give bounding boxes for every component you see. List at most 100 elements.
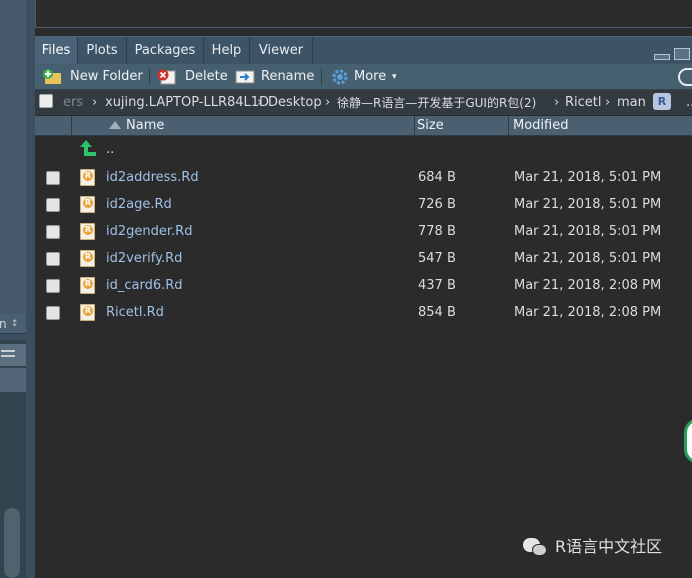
menu-lines-icon	[1, 350, 15, 352]
breadcrumb-separator: ›	[554, 95, 560, 110]
parent-directory-row[interactable]: ..	[35, 136, 692, 163]
gear-icon	[332, 69, 350, 85]
tab-help[interactable]: Help	[204, 37, 250, 65]
column-divider	[414, 116, 415, 136]
delete-label: Delete	[185, 69, 228, 84]
left-pane-select[interactable]: n ↕	[0, 314, 26, 334]
row-checkbox[interactable]	[46, 252, 60, 266]
breadcrumb-item-desktop[interactable]: Desktop	[268, 90, 322, 116]
table-row: id_card6.Rd 437 B Mar 21, 2018, 2:08 PM	[35, 272, 692, 299]
row-checkbox[interactable]	[46, 279, 60, 293]
file-modified: Mar 21, 2018, 5:01 PM	[514, 224, 662, 239]
file-name-link[interactable]: id2address.Rd	[106, 164, 199, 191]
pane-window-controls	[652, 45, 692, 65]
select-all-checkbox[interactable]	[39, 94, 53, 108]
pane-splitter[interactable]	[26, 0, 35, 578]
column-divider	[71, 116, 72, 136]
row-checkbox[interactable]	[46, 306, 60, 320]
toolbar-divider	[321, 69, 322, 85]
file-name-link[interactable]: id2verify.Rd	[106, 245, 182, 272]
file-modified: Mar 21, 2018, 2:08 PM	[514, 278, 662, 293]
file-size: 854 B	[418, 305, 456, 320]
file-size: 547 B	[418, 251, 456, 266]
left-pane-select-text: n	[0, 317, 7, 331]
row-checkbox[interactable]	[46, 225, 60, 239]
left-pane-upper	[0, 0, 26, 318]
rd-file-icon	[80, 304, 95, 321]
table-row: id2gender.Rd 778 B Mar 21, 2018, 5:01 PM	[35, 218, 692, 245]
file-modified: Mar 21, 2018, 5:01 PM	[514, 251, 662, 266]
tab-viewer[interactable]: Viewer	[250, 37, 313, 65]
breadcrumb-separator: ›	[605, 95, 611, 110]
breadcrumb-overflow-button[interactable]: ...	[686, 90, 692, 116]
file-name-link[interactable]: id_card6.Rd	[106, 272, 183, 299]
breadcrumb-item-man[interactable]: man	[617, 90, 646, 116]
new-folder-icon	[43, 69, 61, 85]
more-label: More	[354, 69, 387, 84]
more-menu-button[interactable]: More ▾	[332, 64, 404, 90]
breadcrumb-item-user[interactable]: xujing.LAPTOP-LLR84L1D	[105, 90, 269, 116]
breadcrumb-separator: ›	[257, 95, 263, 110]
row-checkbox[interactable]	[46, 171, 60, 185]
wechat-icon	[523, 538, 549, 558]
delete-button[interactable]: Delete	[157, 64, 228, 90]
rd-file-icon	[80, 250, 95, 267]
left-pane-toolbar[interactable]	[0, 344, 26, 366]
tab-packages[interactable]: Packages	[127, 37, 204, 65]
column-header-name[interactable]: Name	[126, 116, 164, 136]
table-row: id2verify.Rd 547 B Mar 21, 2018, 5:01 PM	[35, 245, 692, 272]
new-folder-button[interactable]: New Folder	[43, 64, 143, 90]
rename-button[interactable]: Rename	[235, 64, 315, 90]
r-project-icon[interactable]: R	[653, 93, 671, 110]
select-arrows-icon: ↕	[11, 319, 19, 329]
tab-plots[interactable]: Plots	[78, 37, 127, 65]
table-row: id2age.Rd 726 B Mar 21, 2018, 5:01 PM	[35, 191, 692, 218]
left-pane-brush-button[interactable]	[0, 368, 26, 392]
breadcrumb-item-project[interactable]: 徐静—R语言—开发基于GUI的R包(2)	[337, 90, 536, 116]
rd-file-icon	[80, 223, 95, 240]
sort-ascending-icon	[109, 121, 121, 129]
breadcrumb-item-users[interactable]: ers	[63, 90, 83, 116]
watermark-text: R语言中文社区	[555, 537, 663, 556]
file-list: .. id2address.Rd 684 B Mar 21, 2018, 5:0…	[35, 136, 692, 578]
rd-file-icon	[80, 277, 95, 294]
rd-file-icon	[80, 196, 95, 213]
column-header-modified[interactable]: Modified	[513, 116, 568, 136]
file-list-header: Name Size Modified	[35, 116, 692, 136]
column-header-size[interactable]: Size	[417, 116, 444, 136]
rd-file-icon	[80, 169, 95, 186]
up-arrow-icon	[80, 140, 96, 157]
file-name-link[interactable]: id2gender.Rd	[106, 218, 192, 245]
file-name-link[interactable]: Ricetl.Rd	[106, 299, 164, 326]
breadcrumb-separator: ›	[92, 95, 98, 110]
column-divider	[508, 116, 509, 136]
chevron-down-icon: ▾	[392, 72, 397, 82]
table-row: Ricetl.Rd 854 B Mar 21, 2018, 2:08 PM	[35, 299, 692, 326]
minimize-pane-icon[interactable]	[654, 54, 670, 60]
maximize-pane-icon[interactable]	[674, 48, 690, 60]
breadcrumb-separator: ›	[325, 95, 331, 110]
file-modified: Mar 21, 2018, 2:08 PM	[514, 305, 662, 320]
breadcrumb: ers › xujing.LAPTOP-LLR84L1D › Desktop ›…	[35, 90, 692, 116]
parent-directory-label[interactable]: ..	[106, 136, 114, 163]
editor-pane-bottom	[35, 0, 692, 28]
file-modified: Mar 21, 2018, 5:01 PM	[514, 197, 662, 212]
rename-icon	[235, 69, 255, 85]
refresh-icon[interactable]	[678, 68, 692, 86]
breadcrumb-item-ricetl[interactable]: Ricetl	[565, 90, 602, 116]
left-pane-strip: n ↕	[0, 0, 26, 578]
file-size: 437 B	[418, 278, 456, 293]
table-row: id2address.Rd 684 B Mar 21, 2018, 5:01 P…	[35, 164, 692, 191]
file-size: 684 B	[418, 170, 456, 185]
file-size: 726 B	[418, 197, 456, 212]
file-name-link[interactable]: id2age.Rd	[106, 191, 172, 218]
left-pane-scrollbar[interactable]	[4, 508, 20, 578]
file-modified: Mar 21, 2018, 5:01 PM	[514, 170, 662, 185]
new-folder-label: New Folder	[70, 69, 143, 84]
tab-files[interactable]: Files	[35, 37, 78, 65]
file-size: 778 B	[418, 224, 456, 239]
files-toolbar: New Folder Delete Rename More ▾	[35, 64, 692, 90]
row-checkbox[interactable]	[46, 198, 60, 212]
toolbar-divider	[149, 69, 150, 85]
rename-label: Rename	[261, 69, 315, 84]
